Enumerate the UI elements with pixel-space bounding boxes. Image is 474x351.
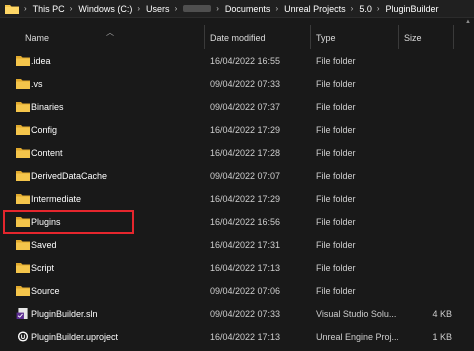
chevron-right-icon: › bbox=[24, 4, 27, 13]
chevron-right-icon: › bbox=[137, 4, 141, 13]
table-row[interactable]: PluginBuilder.uproject 16/04/2022 17:13 … bbox=[0, 326, 474, 349]
breadcrumb-item-pluginbuilder[interactable]: PluginBuilder bbox=[386, 4, 439, 14]
breadcrumb-item-windows-c[interactable]: Windows (C:) › bbox=[78, 4, 146, 14]
table-row[interactable]: .vs 09/04/2022 07:33 File folder bbox=[0, 73, 474, 96]
breadcrumb-item-users[interactable]: Users › bbox=[146, 4, 183, 14]
table-row[interactable]: .idea 16/04/2022 16:55 File folder bbox=[0, 50, 474, 73]
column-divider[interactable] bbox=[398, 25, 399, 49]
table-row[interactable]: DerivedDataCache 09/04/2022 07:07 File f… bbox=[0, 165, 474, 188]
folder-icon bbox=[5, 4, 19, 14]
chevron-right-icon: › bbox=[350, 4, 354, 13]
sort-chevron-icon: ︿ bbox=[106, 28, 114, 37]
column-divider[interactable] bbox=[453, 25, 454, 49]
highlight-box-plugins bbox=[3, 210, 134, 234]
chevron-right-icon: › bbox=[216, 4, 219, 13]
column-header: ︿ Name Date modified Type Size bbox=[0, 25, 474, 51]
folder-icon bbox=[16, 79, 30, 89]
breadcrumb-item-unreal-projects[interactable]: Unreal Projects › bbox=[284, 4, 359, 14]
folder-icon bbox=[16, 125, 30, 135]
table-row[interactable]: Intermediate 16/04/2022 17:29 File folde… bbox=[0, 188, 474, 211]
column-size-header[interactable]: Size bbox=[404, 25, 422, 51]
chevron-right-icon: › bbox=[174, 4, 178, 13]
chevron-right-icon: › bbox=[376, 4, 380, 13]
folder-icon bbox=[16, 56, 30, 66]
breadcrumb[interactable]: › This PC › Windows (C:) › Users › › Docume… bbox=[0, 0, 474, 18]
uproject-file-icon bbox=[17, 331, 29, 342]
breadcrumb-item-documents[interactable]: Documents › bbox=[225, 4, 284, 14]
chevron-right-icon: › bbox=[275, 4, 279, 13]
folder-icon bbox=[16, 240, 30, 250]
table-row[interactable]: Content 16/04/2022 17:28 File folder bbox=[0, 142, 474, 165]
column-date-header[interactable]: Date modified bbox=[210, 25, 266, 51]
table-row[interactable]: Source 09/04/2022 07:06 File folder bbox=[0, 280, 474, 303]
folder-icon bbox=[16, 194, 30, 204]
table-row[interactable]: Saved 16/04/2022 17:31 File folder bbox=[0, 234, 474, 257]
table-row[interactable]: Config 16/04/2022 17:29 File folder bbox=[0, 119, 474, 142]
chevron-right-icon: › bbox=[69, 4, 73, 13]
column-divider[interactable] bbox=[310, 25, 311, 49]
folder-icon bbox=[16, 148, 30, 158]
folder-icon bbox=[16, 171, 30, 181]
folder-icon bbox=[16, 286, 30, 296]
table-row[interactable]: Binaries 09/04/2022 07:37 File folder bbox=[0, 96, 474, 119]
table-row[interactable]: Script 16/04/2022 17:13 File folder bbox=[0, 257, 474, 280]
breadcrumb-item-version[interactable]: 5.0 › bbox=[359, 4, 385, 14]
column-type-header[interactable]: Type bbox=[316, 25, 336, 51]
breadcrumb-item-this-pc[interactable]: This PC › bbox=[33, 4, 79, 14]
column-name-header[interactable]: Name bbox=[25, 25, 49, 51]
sln-file-icon bbox=[16, 308, 28, 319]
column-divider[interactable] bbox=[204, 25, 205, 49]
breadcrumb-item-user[interactable]: › bbox=[183, 4, 225, 13]
table-row[interactable]: PluginBuilder.sln 09/04/2022 07:33 Visua… bbox=[0, 303, 474, 326]
redacted-username bbox=[183, 5, 212, 12]
folder-icon bbox=[16, 263, 30, 273]
folder-icon bbox=[16, 102, 30, 112]
breadcrumb-sep-first[interactable]: › bbox=[19, 4, 33, 13]
